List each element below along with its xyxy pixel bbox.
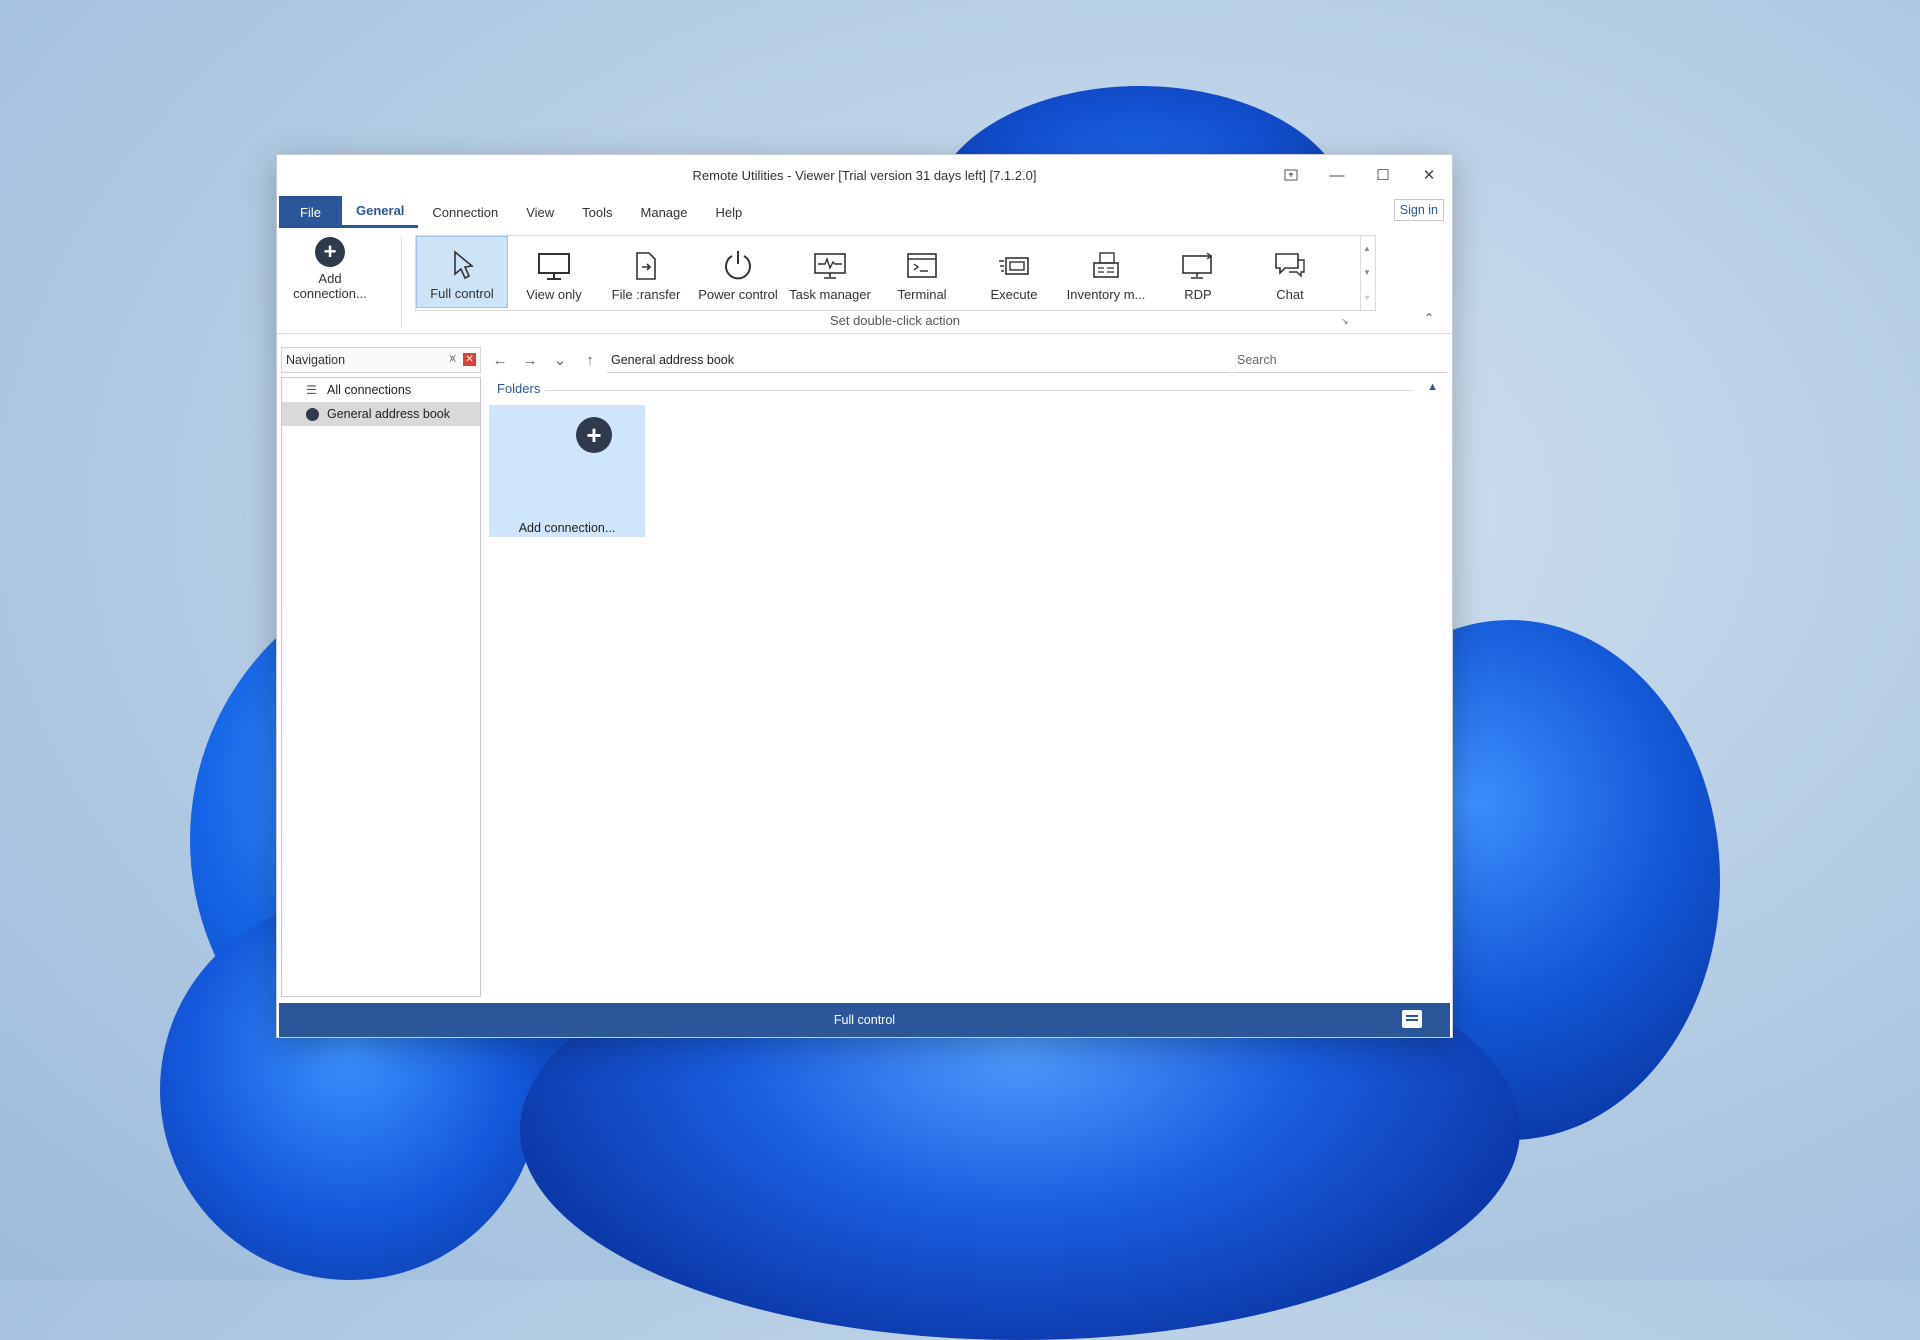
folders-group-label: Folders: [497, 381, 541, 396]
ribbon-group-caption: Set double-click action: [829, 313, 961, 328]
view-only-label: View only: [526, 287, 582, 302]
search-input[interactable]: Search: [1233, 348, 1447, 373]
tile-label: Add connection...: [518, 521, 616, 535]
forward-arrow-icon[interactable]: →: [515, 352, 545, 369]
terminal-button[interactable]: Terminal: [876, 236, 968, 308]
address-field[interactable]: General address book: [607, 348, 1231, 373]
rdp-label: RDP: [1184, 287, 1212, 302]
status-bar: Full control: [279, 1003, 1450, 1037]
window-controls: — ☐ ✕: [1268, 155, 1452, 195]
nav-item-all-connections[interactable]: ☰ All connections: [282, 378, 480, 402]
menu-manage[interactable]: Manage: [627, 196, 702, 228]
full-control-button[interactable]: Full control: [416, 236, 508, 308]
add-connection-tile[interactable]: + Add connection...: [489, 405, 645, 537]
power-control-label: Power control: [698, 287, 778, 302]
ribbon: + Add connection... Full control View on…: [277, 229, 1452, 334]
collapse-group-icon[interactable]: ▲: [1427, 381, 1438, 393]
add-connection-button[interactable]: + Add connection...: [285, 237, 375, 317]
chat-label: Chat: [1276, 287, 1304, 302]
rdp-button[interactable]: RDP: [1152, 236, 1244, 308]
menu-connection[interactable]: Connection: [418, 196, 512, 228]
plus-icon: +: [576, 417, 612, 453]
navigation-pane: Navigation ⩙ ✕ ☰ All connections General…: [281, 347, 481, 997]
terminal-label: Terminal: [897, 287, 947, 302]
power-control-button[interactable]: Power control: [692, 236, 784, 308]
execute-label: Execute: [990, 287, 1038, 302]
full-control-label: Full control: [430, 286, 494, 301]
navigation-title: Navigation: [286, 353, 346, 367]
cursor-icon: [454, 250, 474, 280]
ribbon-divider: [401, 237, 402, 327]
menu-general[interactable]: General: [342, 196, 419, 228]
file-transfer-button[interactable]: File :ransfer: [600, 236, 692, 308]
sign-in-button[interactable]: Sign in: [1393, 199, 1444, 221]
back-arrow-icon[interactable]: ←: [485, 352, 515, 369]
menu-bar: File General Connection View Tools Manag…: [277, 195, 1452, 229]
plus-icon: +: [315, 237, 345, 267]
terminal-icon: [907, 253, 937, 278]
scroll-up-icon[interactable]: ▲: [1363, 244, 1371, 253]
close-button[interactable]: ✕: [1406, 155, 1452, 195]
window-title: Remote Utilities - Viewer [Trial version…: [692, 167, 1037, 183]
folders-divider: [545, 390, 1413, 391]
pin-icon[interactable]: ⩙: [449, 351, 456, 366]
navigation-header: Navigation ⩙ ✕: [281, 347, 481, 373]
inventory-manager-label: Inventory m...: [1066, 287, 1146, 302]
status-text: Full control: [833, 1013, 896, 1027]
view-only-button[interactable]: View only: [508, 236, 600, 308]
action-gallery: Full control View only File :ransfer Pow…: [415, 235, 1361, 311]
viewer-window: Remote Utilities - Viewer [Trial version…: [276, 154, 1453, 1038]
gallery-scrollbar[interactable]: ▲ ▼ ▿: [1359, 235, 1376, 311]
monitor-icon: [538, 253, 570, 280]
task-manager-label: Task manager: [789, 287, 871, 302]
maximize-button[interactable]: ☐: [1360, 155, 1406, 195]
menu-view[interactable]: View: [512, 196, 568, 228]
restore-to-tray-icon[interactable]: [1268, 155, 1314, 195]
file-transfer-icon: [636, 252, 656, 280]
inventory-icon: [1093, 252, 1119, 278]
task-manager-button[interactable]: Task manager: [784, 236, 876, 308]
menu-help[interactable]: Help: [702, 196, 757, 228]
nav-item-label: General address book: [327, 407, 450, 421]
menu-tools[interactable]: Tools: [568, 196, 626, 228]
main-content: ← → ⌄ ↑ General address book Search Fold…: [485, 347, 1448, 995]
navigation-tree: ☰ All connections General address book: [281, 377, 481, 997]
list-icon: ☰: [306, 383, 317, 397]
power-icon: [725, 251, 751, 280]
history-chevron-down-icon[interactable]: ⌄: [545, 351, 575, 369]
inventory-manager-button[interactable]: Inventory m...: [1060, 236, 1152, 308]
rdp-icon: [1182, 252, 1213, 279]
nav-item-general-address-book[interactable]: General address book: [282, 402, 480, 426]
task-manager-icon: [814, 253, 846, 279]
chat-button[interactable]: Chat: [1244, 236, 1336, 308]
execute-icon: [999, 257, 1029, 275]
address-book-icon: [306, 407, 319, 421]
up-arrow-icon[interactable]: ↑: [575, 352, 605, 369]
nav-item-label: All connections: [327, 383, 412, 397]
add-connection-label: Add connection...: [293, 271, 367, 301]
collapse-ribbon-icon[interactable]: ⌃: [1424, 311, 1434, 325]
execute-button[interactable]: Execute: [968, 236, 1060, 308]
dialog-launcher-icon[interactable]: ↘: [1341, 316, 1349, 327]
title-bar[interactable]: Remote Utilities - Viewer [Trial version…: [277, 155, 1452, 195]
notes-icon[interactable]: [1402, 1010, 1422, 1028]
close-pane-icon[interactable]: ✕: [463, 353, 476, 366]
expand-gallery-icon[interactable]: ▿: [1365, 293, 1369, 302]
minimize-button[interactable]: —: [1314, 155, 1360, 195]
scroll-down-icon[interactable]: ▼: [1363, 268, 1371, 277]
chat-icon: [1275, 253, 1305, 278]
menu-file[interactable]: File: [279, 196, 342, 228]
file-transfer-label: File :ransfer: [611, 287, 681, 302]
